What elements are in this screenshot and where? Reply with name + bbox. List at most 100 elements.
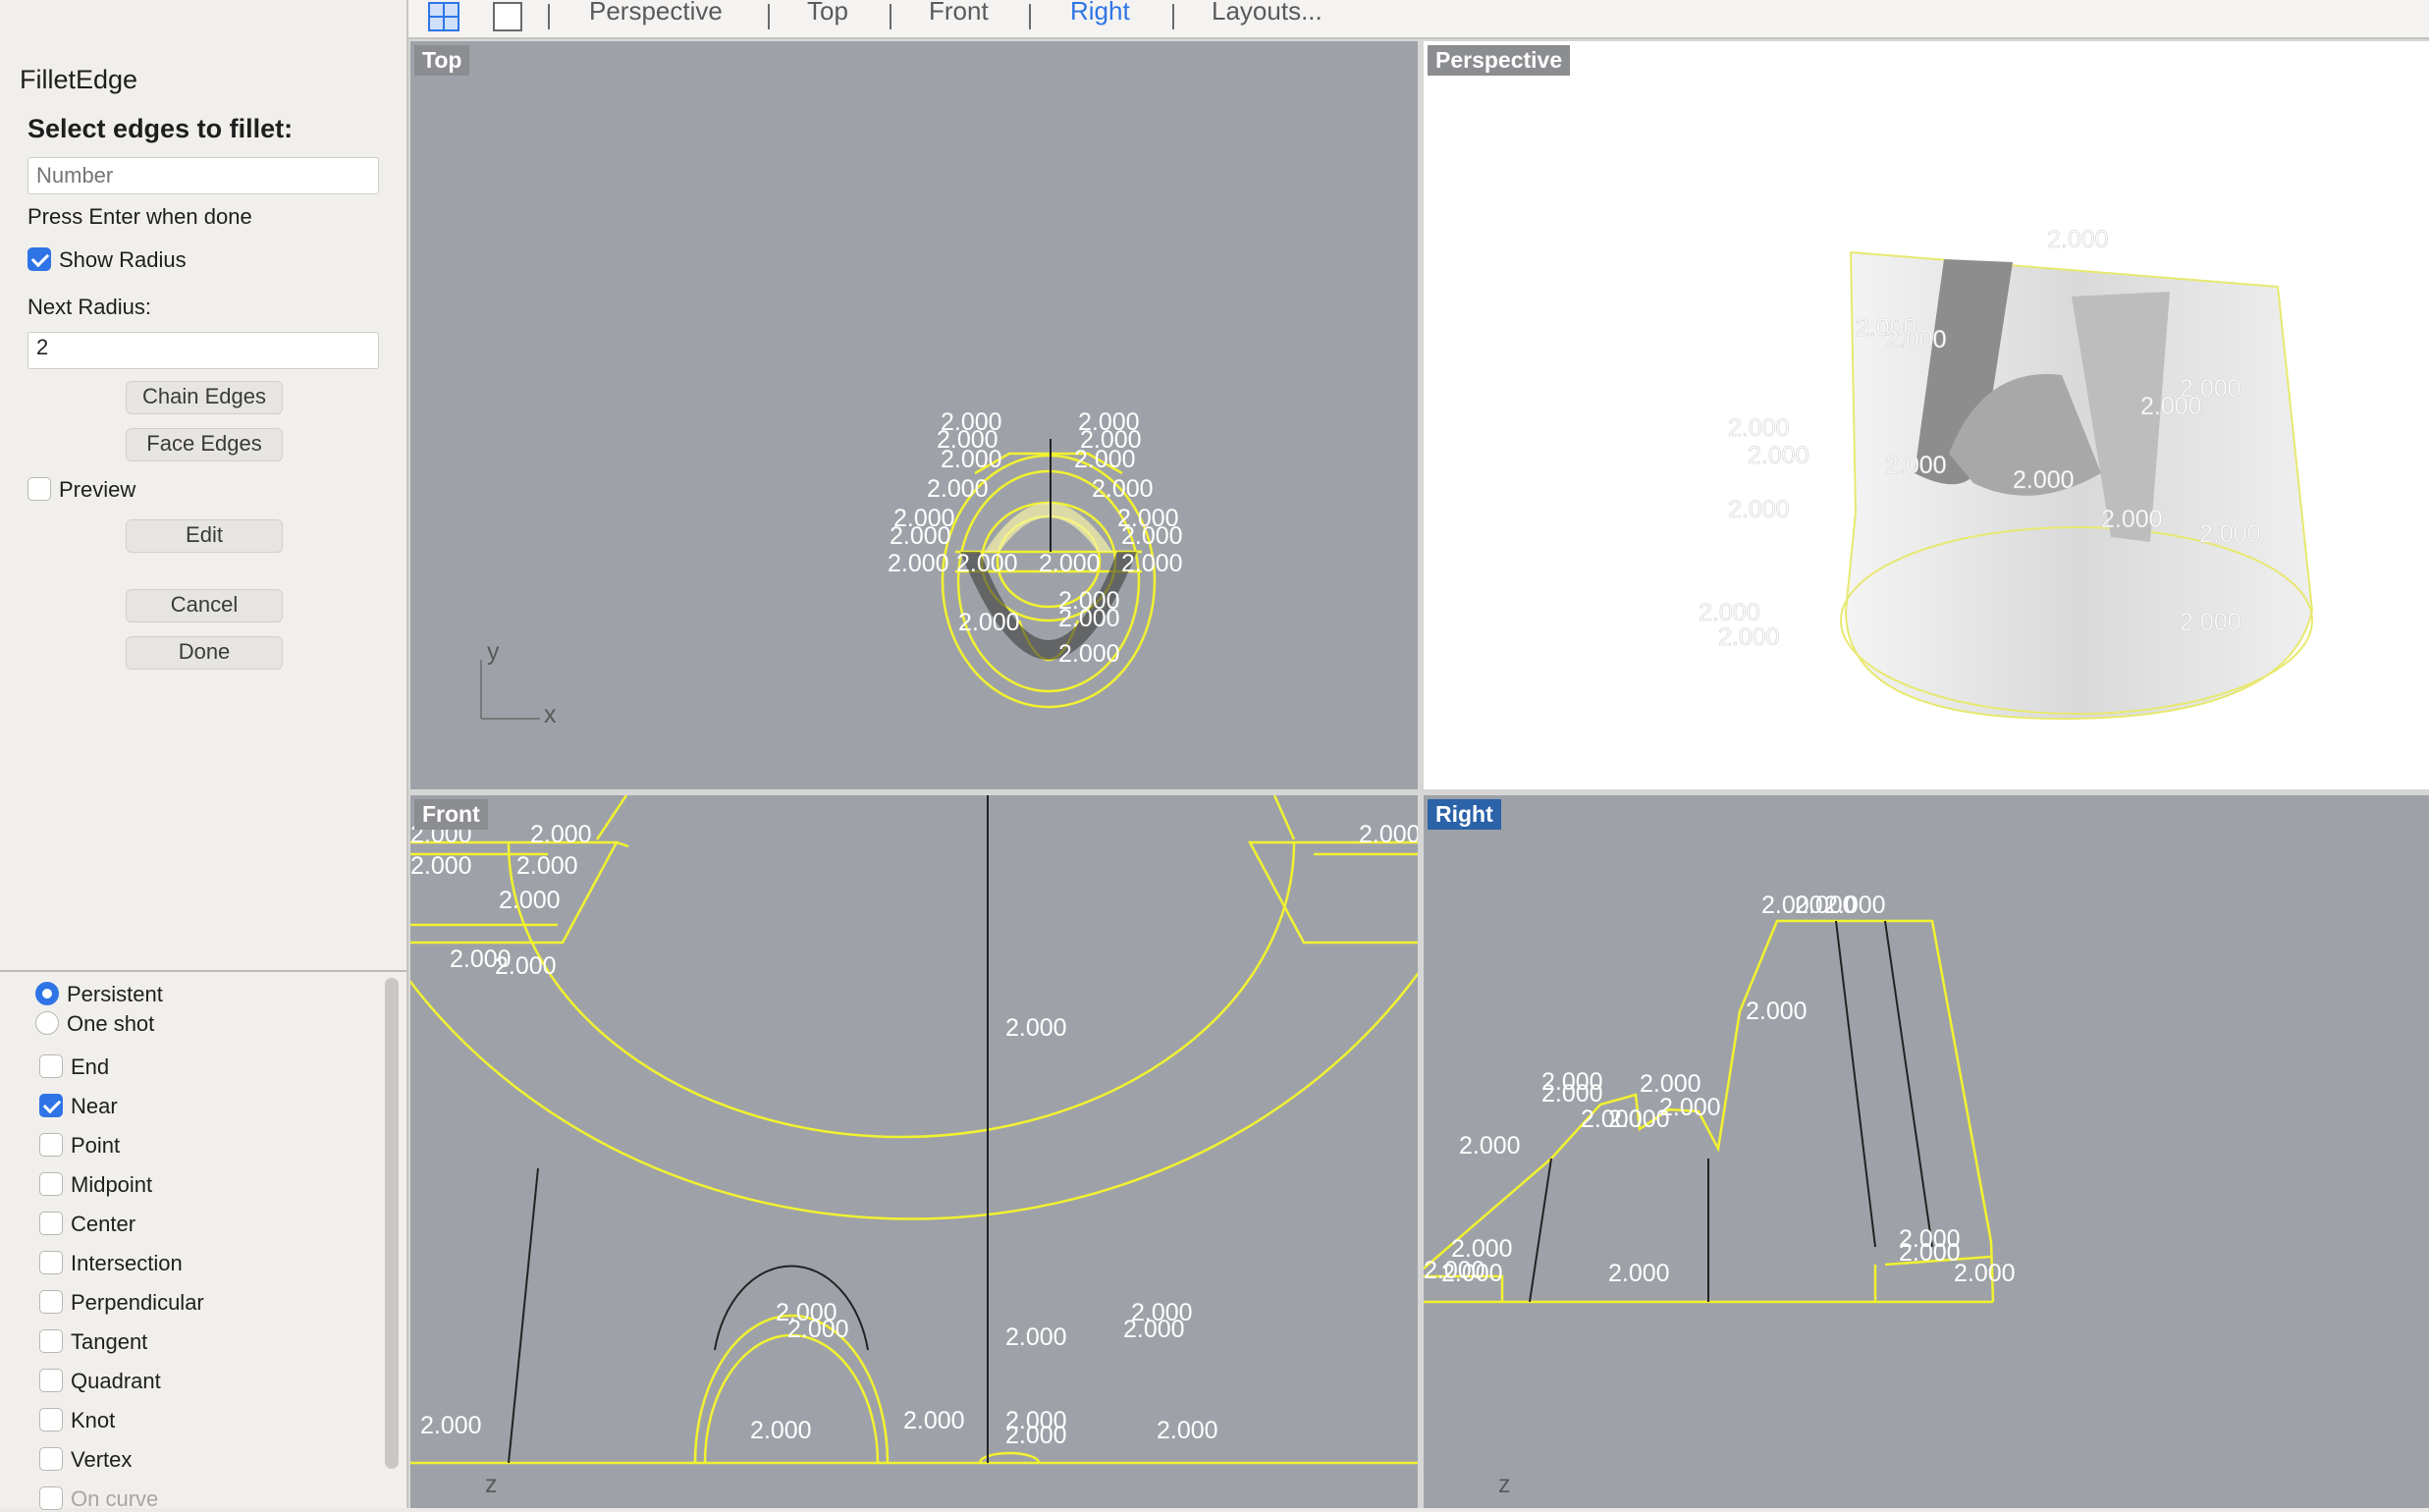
perspective-view-geometry: 2.000 2.000 2.000 2.000 2.000 2.000 2.00…: [1699, 226, 2314, 721]
osnap-vertex-checkbox[interactable]: [39, 1447, 63, 1471]
edit-button[interactable]: Edit: [126, 519, 283, 553]
svg-text:2.000: 2.000: [1123, 1316, 1185, 1343]
svg-text:2.000: 2.000: [1441, 1260, 1503, 1287]
command-hint: Press Enter when done: [27, 204, 252, 229]
front-axis-z: z: [485, 1471, 498, 1498]
svg-text:2.000: 2.000: [2101, 506, 2163, 533]
svg-text:2.000: 2.000: [2199, 520, 2261, 548]
svg-text:2.000: 2.000: [1005, 1422, 1067, 1449]
svg-text:2.000: 2.000: [499, 887, 561, 914]
persistent-radio[interactable]: [35, 982, 59, 1005]
svg-text:2.000: 2.000: [1039, 550, 1101, 577]
done-button[interactable]: Done: [126, 636, 283, 670]
svg-text:2.000: 2.000: [410, 852, 472, 880]
svg-text:2.000: 2.000: [1608, 1260, 1670, 1287]
osnap-near-checkbox[interactable]: [39, 1094, 63, 1117]
osnap-item-label: Center: [71, 1212, 136, 1236]
svg-text:2.000: 2.000: [530, 821, 592, 848]
tab-layouts[interactable]: Layouts...: [1212, 0, 1322, 27]
viewport-front[interactable]: 2.000 2.000 2.000 2.000 2.000 2.000 2.00…: [410, 795, 1418, 1508]
svg-text:2.000: 2.000: [903, 1407, 965, 1434]
viewport-perspective-label[interactable]: Perspective: [1428, 45, 1571, 76]
svg-text:2.000: 2.000: [1359, 821, 1418, 848]
osnap-knot-checkbox[interactable]: [39, 1408, 63, 1431]
one-shot-label: One shot: [67, 1011, 155, 1036]
svg-text:2.000: 2.000: [1899, 1239, 1961, 1267]
svg-text:2.000: 2.000: [1541, 1080, 1603, 1107]
osnap-scrollbar[interactable]: [385, 978, 399, 1469]
svg-text:2.000: 2.000: [1121, 522, 1183, 550]
command-prompt: Select edges to fillet:: [27, 114, 294, 143]
single-view-icon[interactable]: [493, 2, 522, 36]
osnap-item-label: Tangent: [71, 1329, 148, 1354]
viewport-right-label[interactable]: Right: [1428, 799, 1501, 830]
osnap-center-checkbox[interactable]: [39, 1212, 63, 1235]
svg-text:2.000: 2.000: [2180, 609, 2241, 636]
osnap-item-label: Midpoint: [71, 1172, 153, 1197]
svg-text:2.000: 2.000: [888, 550, 949, 577]
viewport-tab-bar: Perspective Top Front Right Layouts...: [408, 0, 2429, 39]
svg-text:2.000: 2.000: [2013, 466, 2075, 494]
svg-text:2.000: 2.000: [1954, 1260, 2016, 1287]
viewport-top-label[interactable]: Top: [414, 45, 470, 76]
svg-text:2.000: 2.000: [1157, 1417, 1218, 1444]
preview-checkbox[interactable]: [27, 477, 51, 501]
svg-text:2.000: 2.000: [1699, 599, 1760, 626]
show-radius-checkbox[interactable]: [27, 247, 51, 271]
osnap-on-curve-checkbox[interactable]: [39, 1486, 63, 1510]
face-edges-button[interactable]: Face Edges: [126, 428, 283, 461]
svg-text:2.000: 2.000: [495, 952, 557, 980]
four-view-icon[interactable]: [428, 2, 459, 36]
svg-text:2.000: 2.000: [1121, 550, 1183, 577]
svg-text:2.000: 2.000: [1005, 1014, 1067, 1042]
svg-text:2.000: 2.000: [420, 1412, 482, 1439]
osnap-item-label: On curve: [71, 1486, 159, 1511]
front-view-geometry: 2.000 2.000 2.000 2.000 2.000 2.000 2.00…: [410, 795, 1418, 1498]
top-view-geometry: 2.000 2.000 2.000 2.000 2.000 2.000 2.00…: [480, 408, 1183, 729]
osnap-item-label: Near: [71, 1094, 118, 1118]
osnap-item-label: Perpendicular: [71, 1290, 204, 1315]
osnap-intersection-checkbox[interactable]: [39, 1251, 63, 1274]
persistent-label: Persistent: [67, 982, 163, 1006]
osnap-item-label: Knot: [71, 1408, 116, 1432]
chain-edges-button[interactable]: Chain Edges: [126, 381, 283, 414]
svg-text:2.000: 2.000: [1058, 605, 1120, 632]
viewport-top[interactable]: 2.000 2.000 2.000 2.000 2.000 2.000 2.00…: [410, 41, 1418, 789]
tab-front[interactable]: Front: [929, 0, 989, 27]
tab-top[interactable]: Top: [807, 0, 848, 27]
top-axis-y: y: [487, 638, 500, 666]
osnap-perpendicular-checkbox[interactable]: [39, 1290, 63, 1314]
osnap-point-checkbox[interactable]: [39, 1133, 63, 1157]
svg-text:2.000: 2.000: [1005, 1323, 1067, 1351]
tab-right[interactable]: Right: [1070, 0, 1130, 27]
right-dimension-labels: 2.000 2.000 2.000 2.000 2.000 2.000 2.00…: [1424, 891, 2016, 1287]
svg-text:2.000: 2.000: [1748, 442, 1809, 469]
svg-text:2.000: 2.000: [1728, 414, 1790, 442]
one-shot-radio[interactable]: [35, 1011, 59, 1035]
svg-text:2.000: 2.000: [1728, 496, 1790, 523]
svg-text:2.000: 2.000: [1608, 1106, 1670, 1133]
osnap-tangent-checkbox[interactable]: [39, 1329, 63, 1353]
front-dimension-labels: 2.000 2.000 2.000 2.000 2.000 2.000 2.00…: [410, 821, 1418, 1449]
osnap-quadrant-checkbox[interactable]: [39, 1369, 63, 1392]
viewport-right[interactable]: 2.000 2.000 2.000 2.000 2.000 2.000 2.00…: [1424, 795, 2429, 1508]
svg-text:2.000: 2.000: [1718, 623, 1780, 651]
number-input[interactable]: [27, 157, 379, 194]
viewport-front-label[interactable]: Front: [414, 799, 488, 830]
svg-text:2.000: 2.000: [1058, 640, 1120, 668]
right-axis-z: z: [1498, 1471, 1511, 1498]
svg-text:2.000: 2.000: [1824, 891, 1886, 919]
osnap-end-checkbox[interactable]: [39, 1054, 63, 1078]
svg-text:2.000: 2.000: [1074, 446, 1136, 473]
tab-perspective[interactable]: Perspective: [589, 0, 723, 27]
top-dimension-labels: 2.000 2.000 2.000 2.000 2.000 2.000 2.00…: [888, 408, 1183, 668]
svg-text:2.000: 2.000: [927, 475, 989, 503]
viewport-perspective[interactable]: 2.000 2.000 2.000 2.000 2.000 2.000 2.00…: [1424, 41, 2429, 789]
svg-text:2.000: 2.000: [1459, 1132, 1521, 1160]
svg-text:2.000: 2.000: [956, 550, 1018, 577]
show-radius-label: Show Radius: [59, 247, 187, 272]
osnap-midpoint-checkbox[interactable]: [39, 1172, 63, 1196]
svg-text:2.000: 2.000: [941, 446, 1002, 473]
cancel-button[interactable]: Cancel: [126, 589, 283, 622]
next-radius-input[interactable]: 2: [27, 332, 379, 369]
